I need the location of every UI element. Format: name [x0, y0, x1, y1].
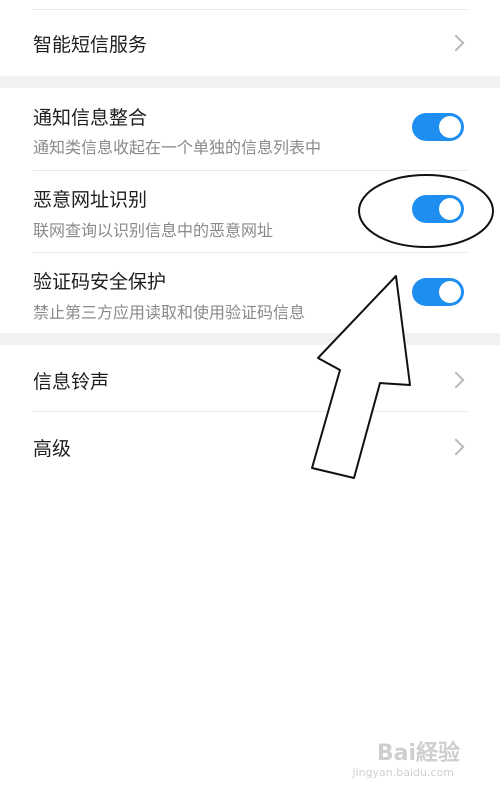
annotation-arrow: [311, 275, 411, 479]
annotation-overlay: [311, 174, 494, 479]
watermark-logo: Bai経验: [376, 741, 460, 766]
watermark-url: jingyan.baidu.com: [352, 766, 454, 779]
highlight-ellipse: [358, 174, 494, 248]
